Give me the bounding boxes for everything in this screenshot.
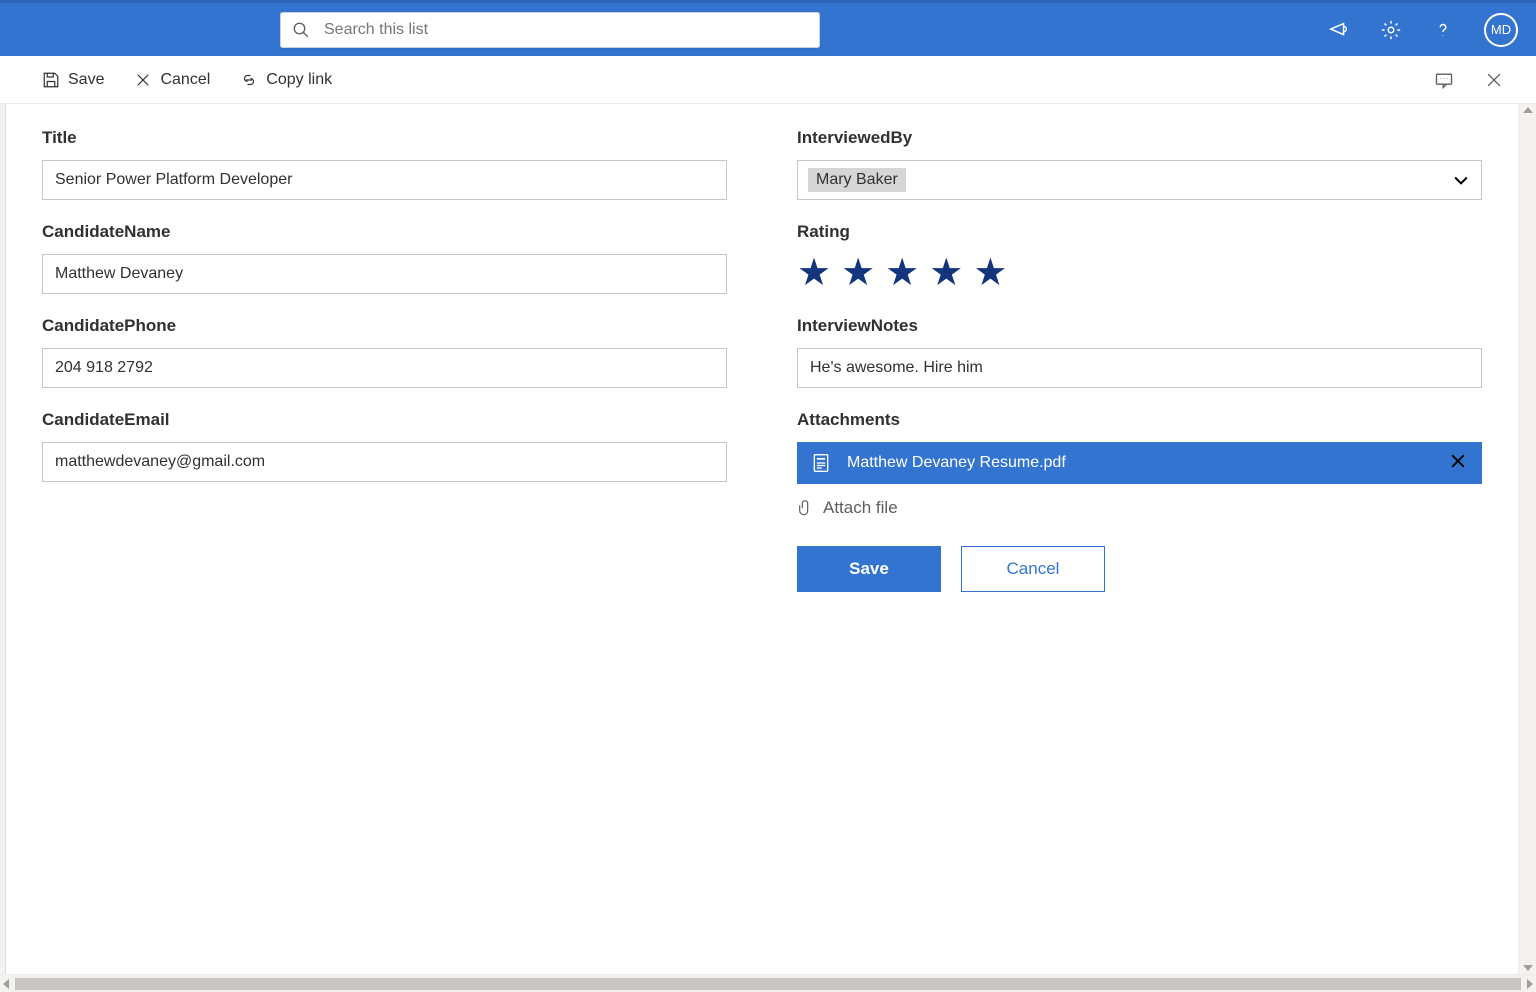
- star-5[interactable]: ★: [973, 254, 1007, 292]
- save-icon: [42, 71, 60, 89]
- star-3[interactable]: ★: [885, 254, 919, 292]
- scroll-thumb[interactable]: [15, 978, 1521, 990]
- link-icon: [240, 71, 258, 89]
- attachments-label: Attachments: [797, 410, 1482, 430]
- interviewnotes-label: InterviewNotes: [797, 316, 1482, 336]
- app-bar: MD: [0, 0, 1536, 56]
- user-avatar[interactable]: MD: [1484, 13, 1518, 47]
- close-panel-icon[interactable]: [1484, 70, 1504, 90]
- cmd-copy-link[interactable]: Copy link: [230, 56, 342, 103]
- candidateemail-input[interactable]: [42, 442, 727, 482]
- scroll-up-arrow[interactable]: [1523, 107, 1533, 113]
- scroll-left-arrow[interactable]: [3, 979, 9, 989]
- candidatename-input[interactable]: [42, 254, 727, 294]
- candidatephone-input[interactable]: [42, 348, 727, 388]
- search-input[interactable]: [322, 12, 808, 48]
- cmd-cancel-label: Cancel: [160, 71, 210, 89]
- feedback-icon[interactable]: [1434, 70, 1454, 90]
- title-label: Title: [42, 128, 727, 148]
- attach-file-label: Attach file: [823, 498, 898, 518]
- help-icon[interactable]: [1432, 19, 1454, 41]
- remove-attachment-button[interactable]: [1448, 451, 1468, 476]
- search-box[interactable]: [280, 12, 820, 48]
- cmd-copy-link-label: Copy link: [266, 71, 332, 89]
- candidatename-label: CandidateName: [42, 222, 727, 242]
- scroll-right-arrow[interactable]: [1527, 979, 1533, 989]
- star-2[interactable]: ★: [841, 254, 875, 292]
- cmd-save[interactable]: Save: [32, 56, 114, 103]
- pdf-icon: [811, 453, 831, 473]
- close-icon: [134, 71, 152, 89]
- megaphone-icon[interactable]: [1328, 19, 1350, 41]
- save-button[interactable]: Save: [797, 546, 941, 592]
- candidateemail-label: CandidateEmail: [42, 410, 727, 430]
- settings-icon[interactable]: [1380, 19, 1402, 41]
- person-chip: Mary Baker: [808, 168, 906, 192]
- interviewedby-label: InterviewedBy: [797, 128, 1482, 148]
- cmd-cancel[interactable]: Cancel: [124, 56, 220, 103]
- interviewedby-picker[interactable]: Mary Baker: [797, 160, 1482, 200]
- rating-stars[interactable]: ★ ★ ★ ★ ★: [797, 254, 1482, 292]
- chevron-down-icon: [1451, 170, 1471, 190]
- vertical-scrollbar[interactable]: [1518, 104, 1536, 974]
- star-4[interactable]: ★: [929, 254, 963, 292]
- rating-label: Rating: [797, 222, 1482, 242]
- scroll-down-arrow[interactable]: [1523, 965, 1533, 971]
- command-bar: Save Cancel Copy link: [0, 56, 1536, 104]
- paperclip-icon: [797, 498, 813, 518]
- candidatephone-label: CandidatePhone: [42, 316, 727, 336]
- attachment-name: Matthew Devaney Resume.pdf: [847, 454, 1066, 472]
- form-content: Title InterviewedBy Mary Baker Candidate…: [6, 104, 1518, 974]
- cmd-save-label: Save: [68, 71, 104, 89]
- interviewnotes-input[interactable]: [797, 348, 1482, 388]
- attach-file-button[interactable]: Attach file: [797, 498, 1482, 518]
- search-icon: [292, 21, 310, 39]
- cancel-button[interactable]: Cancel: [961, 546, 1105, 592]
- title-input[interactable]: [42, 160, 727, 200]
- star-1[interactable]: ★: [797, 254, 831, 292]
- attachment-item[interactable]: Matthew Devaney Resume.pdf: [797, 442, 1482, 484]
- horizontal-scrollbar[interactable]: [0, 974, 1536, 992]
